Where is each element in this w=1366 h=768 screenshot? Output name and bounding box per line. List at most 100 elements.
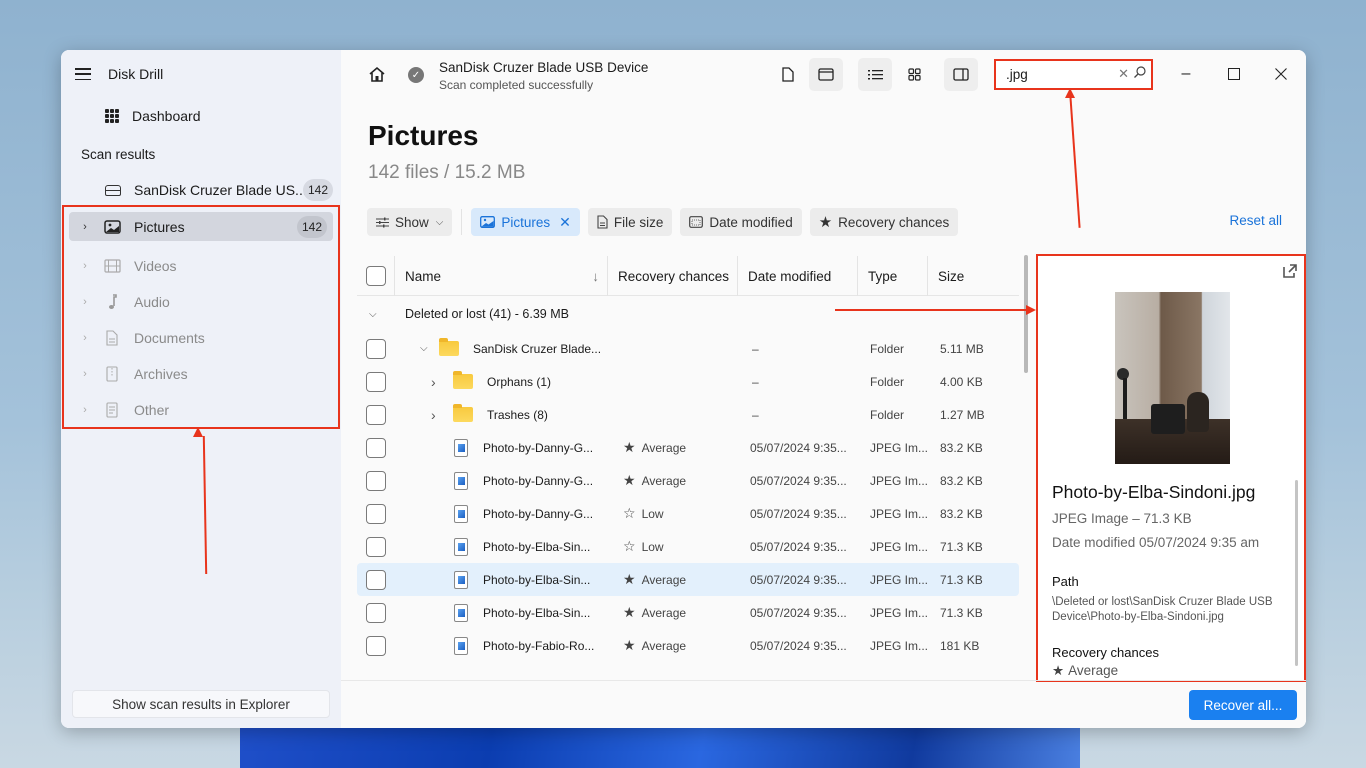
file-icon	[782, 67, 794, 82]
search-icon[interactable]	[1133, 65, 1147, 79]
row-checkbox[interactable]	[366, 404, 386, 425]
jpeg-file-icon	[454, 636, 468, 655]
folder-icon	[439, 338, 459, 356]
minimize-button[interactable]: –	[1171, 62, 1201, 86]
folder-icon	[453, 404, 473, 422]
app-header: Disk Drill	[75, 64, 163, 84]
row-name: Photo-by-Danny-G...	[483, 473, 594, 488]
row-checkbox[interactable]	[366, 536, 386, 557]
toggle-preview-pane-button[interactable]	[944, 58, 978, 91]
column-size[interactable]: Size	[927, 256, 1019, 296]
home-icon[interactable]	[368, 66, 386, 84]
chevron-right-icon[interactable]: ›	[431, 365, 436, 398]
file-row[interactable]: Photo-by-Elba-Sin... ★ Average 05/07/2024 9…	[357, 563, 1019, 596]
preview-recovery-label: Recovery chances	[1052, 645, 1159, 660]
jpeg-file-icon	[454, 438, 468, 457]
maximize-icon	[1228, 68, 1240, 80]
file-row[interactable]: Photo-by-Elba-Sin... ☆ Low 05/07/2024 9:35.…	[357, 530, 1019, 563]
row-size: 71.3 KB	[940, 605, 983, 620]
reset-all-link[interactable]: Reset all	[1229, 213, 1282, 228]
show-in-explorer-button[interactable]: Show scan results in Explorer	[72, 690, 330, 718]
row-checkbox[interactable]	[366, 437, 386, 458]
column-name[interactable]: Name ↓	[394, 256, 607, 296]
star-half-icon: ★	[1052, 663, 1065, 678]
column-type-label: Type	[868, 268, 898, 284]
row-date: 05/07/2024 9:35...	[750, 473, 847, 488]
group-label: Deleted or lost (41) - 6.39 MB	[405, 307, 569, 321]
file-row[interactable]: Photo-by-Danny-G... ☆ Low 05/07/2024 9:35..…	[357, 497, 1019, 530]
row-checkbox[interactable]	[366, 635, 386, 656]
row-type: JPEG Im...	[870, 638, 929, 653]
sidebar-item-device[interactable]: SanDisk Cruzer Blade US... 142	[69, 176, 333, 204]
file-row[interactable]: Photo-by-Elba-Sin... ★ Average 05/07/2024 9…	[357, 596, 1019, 629]
chevron-down-icon[interactable]: ⌵	[369, 296, 377, 332]
grid-view-button[interactable]	[897, 58, 931, 91]
recovery-chances-label: Recovery chances	[838, 214, 950, 230]
hamburger-menu-icon[interactable]	[75, 68, 91, 80]
row-type: JPEG Im...	[870, 572, 929, 587]
thumbnail-detail	[1187, 392, 1209, 432]
pictures-filter-chip[interactable]: Pictures ✕	[471, 208, 580, 236]
remove-filter-icon[interactable]: ✕	[559, 214, 571, 231]
chevron-down-icon[interactable]: ⌵	[420, 332, 428, 365]
date-modified-filter[interactable]: Date modified	[680, 208, 802, 236]
file-table: Name ↓ Recovery chances Date modified Ty…	[357, 256, 1019, 680]
show-filter-dropdown[interactable]: Show ⌵	[367, 208, 453, 236]
image-icon	[480, 216, 496, 228]
search-input[interactable]	[1006, 67, 1106, 82]
annotation-arrowhead	[1065, 88, 1075, 98]
row-recovery: Low	[641, 539, 664, 554]
main-panel: ✓ SanDisk Cruzer Blade USB Device Scan c…	[341, 50, 1306, 728]
row-type: JPEG Im...	[870, 506, 929, 521]
select-all-checkbox[interactable]	[366, 266, 386, 286]
row-checkbox[interactable]	[366, 371, 386, 392]
search-field[interactable]: ✕	[994, 59, 1153, 90]
row-checkbox[interactable]	[366, 503, 386, 524]
recover-all-button[interactable]: Recover all...	[1189, 690, 1297, 720]
recovery-chances-filter[interactable]: ★ Recovery chances	[809, 208, 959, 236]
jpeg-file-icon	[454, 471, 468, 490]
page-title: Pictures	[368, 120, 479, 151]
folder-view-button[interactable]	[809, 58, 843, 91]
column-type[interactable]: Type	[857, 256, 927, 296]
row-date: –	[752, 374, 759, 389]
close-button[interactable]	[1266, 62, 1296, 86]
column-name-label: Name	[405, 268, 442, 284]
annotation-arrow-preview	[835, 309, 1028, 311]
row-size: 4.00 KB	[940, 374, 983, 389]
row-type: JPEG Im...	[870, 473, 929, 488]
chevron-right-icon[interactable]: ›	[431, 398, 436, 431]
open-external-icon[interactable]	[1282, 263, 1298, 279]
calendar-icon	[689, 216, 704, 228]
file-view-button[interactable]	[771, 58, 805, 91]
file-row[interactable]: Photo-by-Danny-G... ★ Average 05/07/2024 9:…	[357, 431, 1019, 464]
row-checkbox[interactable]	[366, 338, 386, 359]
file-size-filter[interactable]: File size	[587, 208, 673, 236]
preview-scrollbar[interactable]	[1295, 480, 1298, 666]
row-checkbox[interactable]	[366, 470, 386, 491]
dashboard-label: Dashboard	[132, 108, 201, 124]
column-date[interactable]: Date modified	[737, 256, 857, 296]
image-thumbnail[interactable]	[1115, 292, 1230, 464]
folder-row[interactable]: › Orphans (1) – Folder 4.00 KB	[357, 365, 1019, 398]
preview-panel: Photo-by-Elba-Sindoni.jpg JPEG Image – 7…	[1036, 254, 1306, 682]
file-row[interactable]: Photo-by-Fabio-Ro... ★ Average 05/07/2024 9…	[357, 629, 1019, 662]
row-checkbox[interactable]	[366, 602, 386, 623]
file-row[interactable]: Photo-by-Danny-G... ★ Average 05/07/2024 9:…	[357, 464, 1019, 497]
folder-row[interactable]: ⌵ SanDisk Cruzer Blade... – Folder 5.11 MB	[357, 332, 1019, 365]
row-size: 5.11 MB	[940, 341, 984, 356]
folder-row[interactable]: › Trashes (8) – Folder 1.27 MB	[357, 398, 1019, 431]
row-size: 83.2 KB	[940, 506, 983, 521]
list-view-button[interactable]	[858, 58, 892, 91]
row-recovery: Average	[641, 440, 687, 455]
sidebar-item-dashboard[interactable]: Dashboard	[105, 108, 201, 124]
clear-search-icon[interactable]: ✕	[1118, 66, 1129, 82]
preview-pane-icon	[953, 68, 969, 81]
group-row-deleted[interactable]: ⌵ Deleted or lost (41) - 6.39 MB	[357, 296, 1019, 332]
row-checkbox[interactable]	[366, 569, 386, 590]
annotation-arrowhead	[1026, 305, 1036, 315]
row-name: Photo-by-Elba-Sin...	[483, 539, 591, 554]
row-name: Photo-by-Fabio-Ro...	[483, 638, 595, 653]
maximize-button[interactable]	[1219, 62, 1249, 86]
column-recovery[interactable]: Recovery chances	[607, 256, 737, 296]
